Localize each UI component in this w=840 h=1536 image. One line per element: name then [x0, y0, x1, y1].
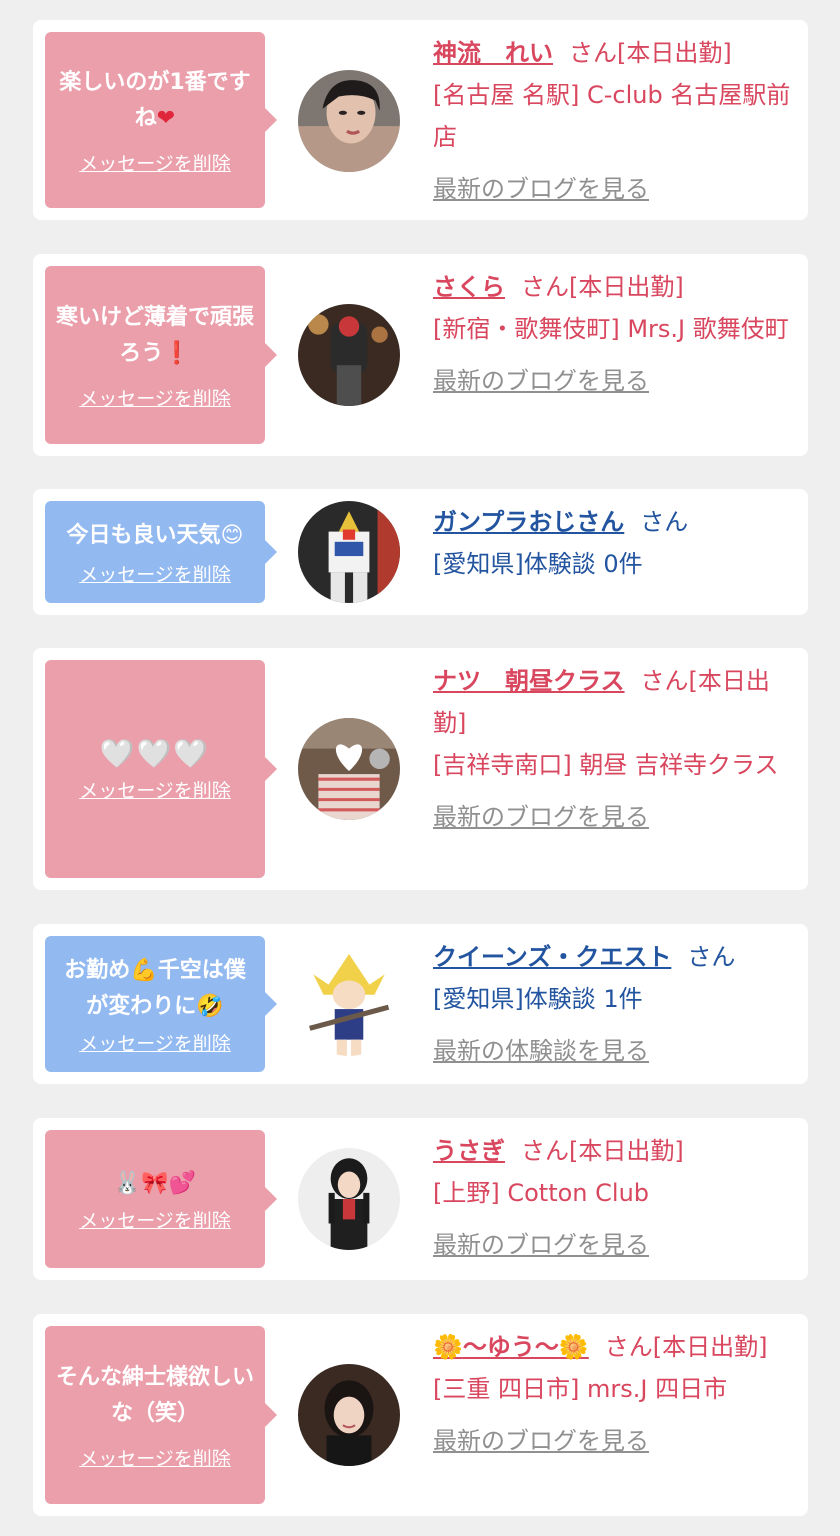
avatar[interactable] — [298, 501, 400, 603]
cast-info: ナツ 朝昼クラス さん[本日出勤] [吉祥寺南口] 朝昼 吉祥寺クラス 最新のブロ… — [433, 660, 794, 838]
message-card: 寒いけど薄着で頑張ろう❗ メッセージを削除 さくら さん[本日出勤] [新宿・歌舞… — [33, 254, 808, 456]
message-card: 今日も良い天気😊 メッセージを削除 ガンプラおじさん さん [愛知県]体験談 0件 — [33, 489, 808, 615]
delete-message-link[interactable]: メッセージを削除 — [79, 384, 231, 411]
cast-status: さん[本日出勤] — [569, 39, 732, 67]
cast-info: ガンプラおじさん さん [愛知県]体験談 0件 — [433, 501, 794, 585]
shop-info: [三重 四日市] mrs.J 四日市 — [433, 1375, 728, 1403]
shop-info: [吉祥寺南口] 朝昼 吉祥寺クラス — [433, 751, 779, 779]
message-bubble: 🤍🤍🤍 メッセージを削除 — [45, 660, 277, 878]
message-bubble: 🐰🎀💕 メッセージを削除 — [45, 1130, 277, 1268]
delete-message-link[interactable]: メッセージを削除 — [79, 776, 231, 803]
flower-icon: 🌼 — [558, 1333, 589, 1361]
cast-info: 🌼〜ゆう〜🌼 さん[本日出勤] [三重 四日市] mrs.J 四日市 最新のブログ… — [433, 1326, 794, 1462]
exclamation-emoji-icon: ❗ — [163, 340, 191, 366]
avatar[interactable] — [298, 718, 400, 820]
muscle-emoji-icon: 💪 — [130, 957, 158, 983]
laughing-emoji-icon: 🤣 — [196, 993, 224, 1019]
latest-review-link[interactable]: 最新の体験談を見る — [433, 1030, 794, 1072]
flower-icon: 🌼 — [433, 1333, 463, 1361]
review-count: [愛知県]体験談 0件 — [433, 550, 643, 578]
avatar[interactable] — [298, 1364, 400, 1466]
message-text: そんな紳士様欲しいな（笑） — [55, 1364, 254, 1426]
message-card: 🤍🤍🤍 メッセージを削除 ナツ 朝昼クラス さん[本日出勤] [吉祥寺南口] 朝昼… — [33, 648, 808, 890]
message-list: 楽しいのが1番ですね❤ メッセージを削除 神流 れい さん[本日出勤] [名古屋 … — [0, 0, 840, 1536]
message-bubble: 楽しいのが1番ですね❤ メッセージを削除 — [45, 32, 277, 208]
message-text: お勤め💪千空は僕が変わりに🤣 — [64, 957, 246, 1019]
latest-blog-link[interactable]: 最新のブログを見る — [433, 796, 794, 838]
delete-message-link[interactable]: メッセージを削除 — [79, 1029, 231, 1056]
review-count: [愛知県]体験談 1件 — [433, 985, 643, 1013]
cast-name-link[interactable]: 🌼〜ゆう〜🌼 — [433, 1333, 589, 1361]
avatar[interactable] — [298, 1148, 400, 1250]
shop-info: [名古屋 名駅] C-club 名古屋駅前店 — [433, 81, 791, 151]
shop-info: [上野] Cotton Club — [433, 1179, 650, 1207]
user-name-link[interactable]: クイーンズ・クエスト — [433, 943, 671, 971]
heart-emoji-icon: ❤ — [156, 105, 176, 131]
user-suffix: さん — [640, 508, 689, 536]
cast-info: クイーンズ・クエスト さん [愛知県]体験談 1件 最新の体験談を見る — [433, 936, 794, 1072]
cast-name-link[interactable]: ナツ 朝昼クラス — [433, 667, 625, 695]
cast-status: さん[本日出勤] — [521, 1137, 684, 1165]
message-bubble: 今日も良い天気😊 メッセージを削除 — [45, 501, 277, 603]
message-text: 今日も良い天気😊 — [66, 522, 244, 548]
smile-emoji-icon: 😊 — [220, 522, 244, 548]
message-text: 🤍🤍🤍 — [99, 736, 211, 770]
message-text: 楽しいのが1番ですね❤ — [59, 69, 251, 131]
message-card: 楽しいのが1番ですね❤ メッセージを削除 神流 れい さん[本日出勤] [名古屋 … — [33, 20, 808, 220]
cast-info: 神流 れい さん[本日出勤] [名古屋 名駅] C-club 名古屋駅前店 最新の… — [433, 32, 794, 210]
message-text: 🐰🎀💕 — [113, 1170, 197, 1196]
delete-message-link[interactable]: メッセージを削除 — [79, 149, 231, 176]
latest-blog-link[interactable]: 最新のブログを見る — [433, 360, 794, 402]
latest-blog-link[interactable]: 最新のブログを見る — [433, 168, 794, 210]
avatar[interactable] — [298, 954, 400, 1056]
user-suffix: さん — [687, 943, 736, 971]
shop-info: [新宿・歌舞伎町] Mrs.J 歌舞伎町 — [433, 315, 789, 343]
delete-message-link[interactable]: メッセージを削除 — [79, 1444, 231, 1471]
message-card: 🐰🎀💕 メッセージを削除 うさぎ さん[本日出勤] [上野] Cotton Clu… — [33, 1118, 808, 1280]
message-bubble: お勤め💪千空は僕が変わりに🤣 メッセージを削除 — [45, 936, 277, 1072]
cast-status: さん[本日出勤] — [521, 273, 684, 301]
message-bubble: そんな紳士様欲しいな（笑） メッセージを削除 — [45, 1326, 277, 1504]
cast-status: さん[本日出勤] — [604, 1333, 768, 1361]
cast-info: うさぎ さん[本日出勤] [上野] Cotton Club 最新のブログを見る — [433, 1130, 794, 1266]
message-bubble: 寒いけど薄着で頑張ろう❗ メッセージを削除 — [45, 266, 277, 444]
cast-name-link[interactable]: 神流 れい — [433, 39, 553, 67]
avatar[interactable] — [298, 304, 400, 406]
message-card: お勤め💪千空は僕が変わりに🤣 メッセージを削除 クイーンズ・クエスト さん [愛知… — [33, 924, 808, 1084]
avatar[interactable] — [298, 70, 400, 172]
message-text: 寒いけど薄着で頑張ろう❗ — [55, 304, 254, 366]
latest-blog-link[interactable]: 最新のブログを見る — [433, 1224, 794, 1266]
message-card: そんな紳士様欲しいな（笑） メッセージを削除 🌼〜ゆう〜🌼 さん[本日出勤] [三… — [33, 1314, 808, 1516]
delete-message-link[interactable]: メッセージを削除 — [79, 1206, 231, 1233]
cast-info: さくら さん[本日出勤] [新宿・歌舞伎町] Mrs.J 歌舞伎町 最新のブログを… — [433, 266, 794, 402]
latest-blog-link[interactable]: 最新のブログを見る — [433, 1420, 794, 1462]
delete-message-link[interactable]: メッセージを削除 — [79, 560, 231, 587]
cast-name-link[interactable]: さくら — [433, 273, 505, 301]
cast-name-link[interactable]: うさぎ — [433, 1137, 505, 1165]
user-name-link[interactable]: ガンプラおじさん — [433, 508, 624, 536]
